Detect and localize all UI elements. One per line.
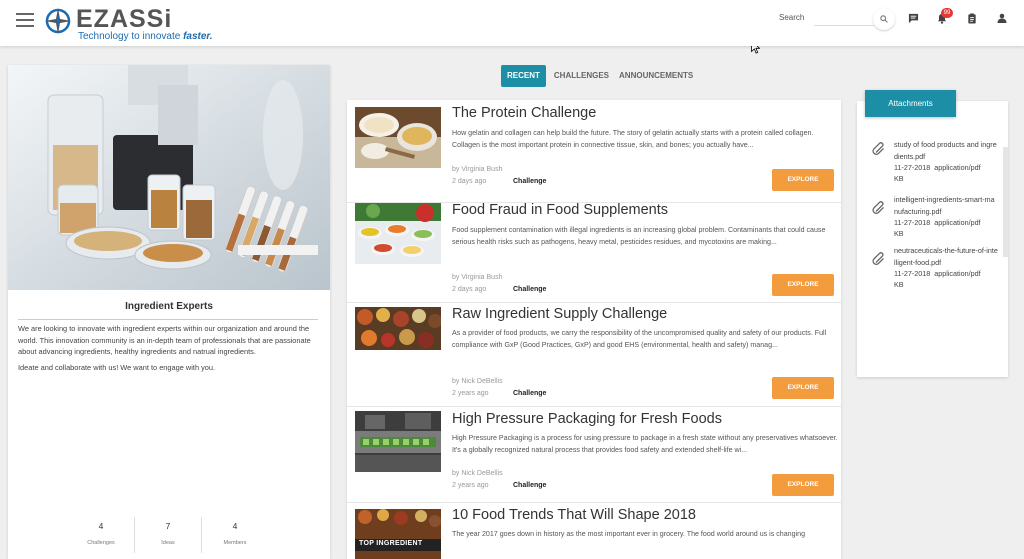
stat-label: Members (223, 540, 247, 546)
stat-members[interactable]: 4 Members (202, 517, 268, 553)
attachment-size: KB (894, 174, 904, 183)
chat-icon[interactable] (906, 11, 920, 25)
attachment-meta: 11-27-2018 application/pdf KB (894, 162, 998, 184)
item-type: Challenge (513, 390, 547, 397)
explore-button[interactable]: EXPLORE (772, 274, 834, 296)
menu-icon[interactable] (16, 13, 34, 27)
community-stats: 4 Challenges 7 Ideas 4 Members (68, 517, 268, 553)
paperclip-icon (872, 201, 884, 214)
stat-challenges[interactable]: 4 Challenges (68, 517, 135, 553)
feed-item: Food Fraud in Food Supplements Food supp… (347, 202, 841, 303)
stat-value: 4 (98, 521, 104, 531)
item-type: Challenge (513, 286, 547, 293)
item-author[interactable]: by Virginia Bush (452, 166, 502, 173)
attachment-item[interactable]: intelligent-ingredients-smart-manufactur… (872, 194, 1000, 244)
attachment-type: application/pdf (934, 163, 981, 172)
tab-challenges[interactable]: CHALLENGES (549, 65, 614, 87)
feed-list: The Protein Challenge How gelatin and co… (347, 100, 841, 559)
feed-item: TOP INGREDIENT 10 Food Trends That Will … (347, 503, 841, 559)
tab-recent[interactable]: RECENT (501, 65, 546, 87)
attachment-name[interactable]: study of food products and ingredients.p… (894, 139, 998, 162)
item-description: Food supplement contamination with illeg… (452, 226, 826, 246)
item-thumbnail (355, 411, 441, 472)
feed-tabs: RECENT CHALLENGES ANNOUNCEMENTS (501, 65, 698, 87)
community-description: We are looking to innovate with ingredie… (18, 324, 311, 356)
attachment-type: application/pdf (934, 218, 981, 227)
search-input[interactable] (814, 10, 874, 26)
community-card: Ingredient Experts We are looking to inn… (8, 65, 330, 559)
compass-logo-icon (45, 8, 71, 34)
attachment-item[interactable]: neutraceuticals-the-future-of-intelligen… (872, 245, 1000, 295)
attachment-date: 11-27-2018 (894, 163, 931, 172)
item-thumbnail (355, 107, 441, 168)
item-time: 2 years ago (452, 390, 489, 397)
logo-tagline: Technology to innovate faster. (78, 31, 213, 42)
attachment-item[interactable]: study of food products and ingredients.p… (872, 139, 1000, 189)
item-type: Challenge (513, 178, 547, 185)
item-type: Challenge (513, 482, 547, 489)
item-author[interactable]: by Nick DeBellis (452, 378, 503, 385)
top-bar: EZASSi Technology to innovate faster. Se… (0, 0, 1024, 46)
item-description: High Pressure Packaging is a process for… (452, 434, 838, 454)
paperclip-icon (872, 252, 884, 265)
feed-item: High Pressure Packaging for Fresh Foods … (347, 407, 841, 503)
divider (18, 319, 318, 320)
search-icon (880, 15, 888, 23)
attachment-name[interactable]: neutraceuticals-the-future-of-intelligen… (894, 245, 998, 268)
attachment-date: 11-27-2018 (894, 269, 931, 278)
thumbnail-caption: TOP INGREDIENT (359, 540, 423, 547)
attachment-name[interactable]: intelligent-ingredients-smart-manufactur… (894, 194, 998, 217)
item-thumbnail (355, 203, 441, 264)
item-description: As a provider of food products, we carry… (452, 329, 827, 349)
stat-label: Ideas (161, 540, 175, 546)
item-thumbnail: TOP INGREDIENT (355, 509, 441, 559)
item-thumbnail (355, 307, 441, 350)
item-time: 2 days ago (452, 178, 487, 185)
attachment-meta: 11-27-2018 application/pdf KB (894, 268, 998, 290)
stat-value: 4 (232, 521, 238, 531)
item-time: 2 days ago (452, 286, 487, 293)
attachments-scrollbar[interactable] (1003, 147, 1008, 257)
stat-label: Challenges (87, 540, 115, 546)
logo[interactable]: EZASSi Technology to innovate faster. (44, 5, 213, 43)
community-cta: Ideate and collaborate with us! We want … (18, 363, 216, 372)
search-label: Search (779, 13, 805, 22)
attachment-date: 11-27-2018 (894, 218, 931, 227)
item-title[interactable]: Food Fraud in Food Supplements (452, 202, 668, 218)
item-description: How gelatin and collagen can help build … (452, 129, 814, 149)
item-description: The year 2017 goes down in history as th… (452, 530, 806, 538)
community-title: Ingredient Experts (125, 301, 213, 312)
feed-item: Raw Ingredient Supply Challenge As a pro… (347, 303, 841, 407)
item-title[interactable]: Raw Ingredient Supply Challenge (452, 306, 667, 322)
item-title[interactable]: High Pressure Packaging for Fresh Foods (452, 411, 722, 427)
item-title[interactable]: 10 Food Trends That Will Shape 2018 (452, 507, 696, 523)
explore-button[interactable]: EXPLORE (772, 474, 834, 496)
item-author[interactable]: by Nick DeBellis (452, 470, 503, 477)
item-title[interactable]: The Protein Challenge (452, 105, 596, 121)
stat-value: 7 (165, 521, 171, 531)
logo-wordmark: EZASSi (76, 5, 173, 33)
explore-button[interactable]: EXPLORE (772, 377, 834, 399)
attachment-size: KB (894, 280, 904, 289)
item-author[interactable]: by Virginia Bush (452, 274, 502, 281)
explore-button[interactable]: EXPLORE (772, 169, 834, 191)
stat-ideas[interactable]: 7 Ideas (135, 517, 202, 553)
feed-item: The Protein Challenge How gelatin and co… (347, 100, 841, 203)
tab-announcements[interactable]: ANNOUNCEMENTS (614, 65, 698, 87)
clipboard-icon[interactable] (965, 11, 979, 25)
attachment-type: application/pdf (934, 269, 981, 278)
user-icon[interactable] (995, 11, 1009, 25)
search-button[interactable] (873, 8, 895, 30)
paperclip-icon (872, 142, 884, 155)
community-hero-image (8, 65, 330, 290)
item-time: 2 years ago (452, 482, 489, 489)
notification-badge: 99 (941, 8, 953, 18)
attachment-meta: 11-27-2018 application/pdf KB (894, 217, 998, 239)
attachment-size: KB (894, 229, 904, 238)
attachments-header[interactable]: Attachments (865, 90, 956, 117)
